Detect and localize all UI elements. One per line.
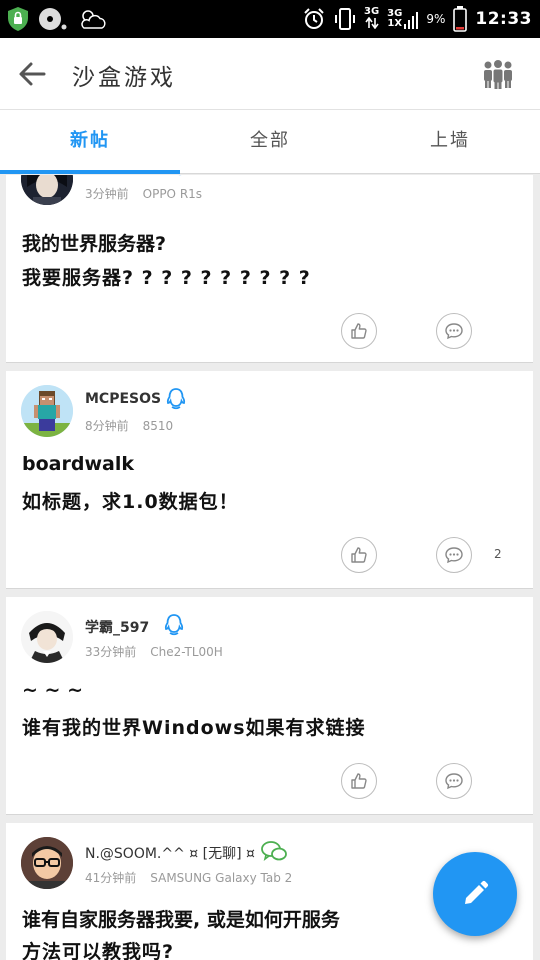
wechat-icon <box>261 841 287 861</box>
post-body[interactable]: 我要服务器? ? ? ? ? ? ? ? ? ? <box>22 263 311 290</box>
compose-post-button[interactable] <box>433 852 517 936</box>
post-body[interactable]: 如标题，求1.0数据包！ <box>22 487 239 514</box>
comment-count: 2 <box>494 547 502 561</box>
status-bar: 3G 3G 1X 9% 12:33 <box>0 0 540 38</box>
qq-icon <box>166 388 186 410</box>
post-title[interactable]: boardwalk <box>22 453 134 475</box>
post-time: 8分钟前 <box>85 419 129 433</box>
like-button[interactable] <box>341 537 377 573</box>
post-device: OPPO R1s <box>142 187 203 201</box>
tab-all[interactable]: 全部 <box>180 110 360 173</box>
post-meta: 8分钟前 8510 <box>85 417 173 434</box>
post-time: 3分钟前 <box>85 187 129 201</box>
post-time: 41分钟前 <box>85 871 137 885</box>
comment-button[interactable] <box>436 763 472 799</box>
post-username[interactable]: MCPESOS <box>85 391 161 407</box>
network-indicator-1: 3G <box>363 5 380 32</box>
thumbs-up-icon <box>351 547 367 563</box>
like-button[interactable] <box>341 313 377 349</box>
network-indicator-2: 3G 1X <box>387 9 419 29</box>
post-device: 8510 <box>142 419 174 433</box>
avatar[interactable] <box>21 837 73 889</box>
post-meta: 41分钟前 SAMSUNG Galaxy Tab 2 <box>85 869 292 886</box>
post-meta: 33分钟前 Che2-TL00H <box>85 643 223 660</box>
tab-indicator <box>0 170 180 174</box>
tab-featured[interactable]: 上墙 <box>360 110 540 173</box>
pencil-icon <box>465 880 489 904</box>
post-username[interactable]: N.@SOOM.^^ ¤ [无聊] ¤ <box>85 843 255 863</box>
qq-icon <box>178 175 182 176</box>
app-bar: 沙盒游戏 <box>0 38 540 110</box>
comment-bubble-icon <box>445 773 463 790</box>
avatar[interactable] <box>21 611 73 663</box>
post-body[interactable]: 谁有我的世界Windows如果有求链接 <box>22 713 366 740</box>
members-button[interactable] <box>482 58 514 90</box>
vibrate-icon <box>334 8 355 30</box>
data-arrows-icon <box>364 16 379 29</box>
post-title[interactable]: 谁有自家服务器我要, 或是如何开服务 <box>22 905 340 932</box>
post-device: Che2-TL00H <box>150 645 223 659</box>
post-card[interactable]: MCPESOS 8分钟前 8510 boardwalk 如标题，求1.0数据包！ … <box>6 371 533 589</box>
comment-button[interactable] <box>436 313 472 349</box>
network2-sub: 1X <box>387 18 403 29</box>
weather-icon <box>81 10 106 29</box>
avatar[interactable] <box>21 175 73 205</box>
avatar[interactable] <box>21 385 73 437</box>
qq-icon <box>164 614 184 636</box>
like-button[interactable] <box>341 763 377 799</box>
post-time: 33分钟前 <box>85 645 137 659</box>
post-username[interactable]: 学霸_597 <box>85 617 149 637</box>
arrow-left-icon <box>19 62 46 86</box>
person-glasses-avatar-icon <box>21 837 73 889</box>
thumbs-up-icon <box>351 773 367 789</box>
comment-button[interactable] <box>436 537 472 573</box>
alarm-icon <box>304 8 324 29</box>
post-device: SAMSUNG Galaxy Tab 2 <box>150 871 293 885</box>
comment-bubble-icon <box>445 547 463 564</box>
signal-icon <box>404 12 419 29</box>
post-title[interactable]: ~ ~ ~ <box>22 679 83 701</box>
comment-bubble-icon <box>445 323 463 340</box>
page-title: 沙盒游戏 <box>72 65 176 91</box>
post-body[interactable]: 方法可以教我吗? <box>22 937 174 960</box>
back-button[interactable] <box>16 58 52 90</box>
post-card[interactable]: 学霸_597 33分钟前 Che2-TL00H ~ ~ ~ 谁有我的世界Windo… <box>6 597 533 815</box>
minecraft-steve-avatar-icon <box>21 385 73 437</box>
anime-avatar-icon <box>21 175 73 205</box>
tab-bar: 新帖 全部 上墙 <box>0 110 540 174</box>
anime-boy-avatar-icon <box>21 611 73 663</box>
post-meta: 3分钟前 OPPO R1s <box>85 185 202 202</box>
security-shield-icon <box>8 7 28 31</box>
post-title[interactable]: 我的世界服务器? <box>22 229 166 256</box>
battery-icon <box>453 6 468 32</box>
post-feed[interactable]: 3分钟前 OPPO R1s 我的世界服务器? 我要服务器? ? ? ? ? ? ?… <box>0 175 540 960</box>
group-people-icon <box>484 60 512 89</box>
battery-percent: 9% <box>426 12 446 26</box>
network-type: 3G <box>363 5 380 17</box>
thumbs-up-icon <box>351 323 367 339</box>
post-card[interactable]: 3分钟前 OPPO R1s 我的世界服务器? 我要服务器? ? ? ? ? ? ?… <box>6 175 533 363</box>
disc-notification-icon <box>39 8 67 30</box>
tab-new-posts[interactable]: 新帖 <box>0 110 180 173</box>
clock: 12:33 <box>475 9 532 29</box>
